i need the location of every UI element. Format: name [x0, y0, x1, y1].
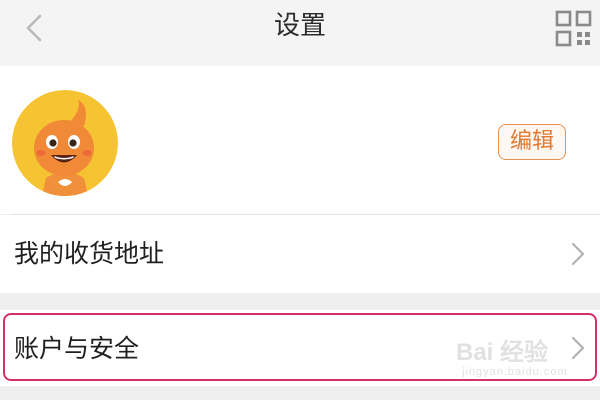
- profile-section[interactable]: 编辑: [0, 66, 600, 214]
- nav-bar: 设置: [0, 0, 600, 66]
- menu-item-label: 账户与安全: [14, 334, 140, 363]
- section-gap: [0, 293, 600, 310]
- menu-item-account-security[interactable]: 账户与安全: [0, 310, 600, 386]
- menu-item-shipping-address[interactable]: 我的收货地址: [0, 215, 600, 293]
- menu-item-label: 我的收货地址: [14, 239, 165, 268]
- mascot-avatar-icon: [12, 90, 118, 196]
- chevron-right-icon: [571, 242, 585, 266]
- edit-button[interactable]: 编辑: [498, 124, 566, 160]
- avatar[interactable]: [12, 90, 118, 196]
- chevron-right-icon: [571, 336, 585, 360]
- qr-code-button[interactable]: [555, 10, 593, 48]
- page-title: 设置: [273, 11, 326, 41]
- qr-code-icon: [555, 10, 592, 47]
- bottom-strip: [0, 386, 600, 400]
